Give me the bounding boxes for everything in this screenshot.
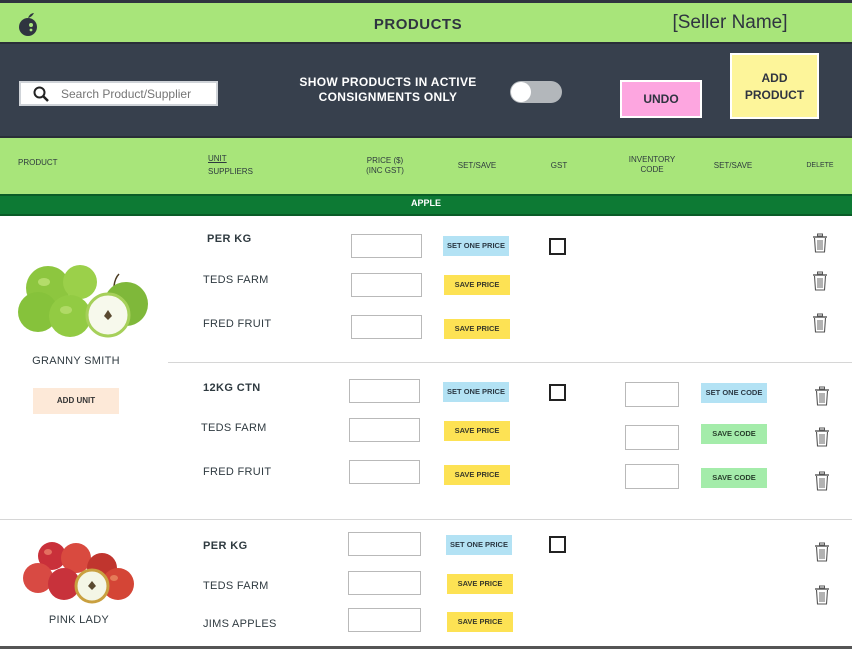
save-code-button[interactable]: SAVE CODE	[701, 424, 767, 444]
inventory-code-input[interactable]	[625, 464, 679, 489]
trash-icon[interactable]	[814, 386, 830, 406]
col-product: PRODUCT	[18, 158, 58, 167]
column-headers: PRODUCT UNIT SUPPLIERS PRICE ($) (INC GS…	[0, 138, 852, 194]
save-price-button[interactable]: SAVE PRICE	[444, 465, 510, 485]
inventory-code-input[interactable]	[625, 425, 679, 450]
trash-icon[interactable]	[812, 271, 828, 291]
unit-label: PER KG	[203, 540, 248, 552]
set-one-price-button[interactable]: SET ONE PRICE	[443, 236, 509, 256]
save-price-button[interactable]: SAVE PRICE	[447, 612, 513, 632]
gst-checkbox[interactable]	[549, 536, 566, 553]
add-product-button[interactable]: ADD PRODUCT	[730, 53, 819, 119]
col-price-line1: PRICE ($)	[366, 156, 404, 165]
trash-icon[interactable]	[812, 313, 828, 333]
save-price-button[interactable]: SAVE PRICE	[444, 319, 510, 339]
undo-label: UNDO	[643, 92, 679, 106]
toggle-knob	[511, 82, 531, 102]
trash-icon[interactable]	[814, 542, 830, 562]
undo-button[interactable]: UNDO	[620, 80, 702, 118]
active-consignments-toggle[interactable]	[510, 81, 562, 103]
page-title: PRODUCTS	[373, 16, 463, 33]
supplier-name: TEDS FARM	[201, 422, 267, 434]
supplier-name: FRED FRUIT	[203, 466, 272, 478]
toolbar: SHOW PRODUCTS IN ACTIVE CONSIGNMENTS ONL…	[0, 42, 852, 138]
trash-icon[interactable]	[814, 585, 830, 605]
search-box[interactable]	[19, 81, 218, 106]
add-unit-label: ADD UNIT	[56, 396, 96, 405]
toggle-label-line2: CONSIGNMENTS ONLY	[318, 90, 458, 104]
col-price: PRICE ($) (INC GST)	[350, 156, 420, 176]
price-input[interactable]	[349, 379, 420, 403]
supplier-name: TEDS FARM	[203, 580, 269, 592]
price-input[interactable]	[349, 460, 420, 484]
toggle-label-line1: SHOW PRODUCTS IN ACTIVE	[299, 75, 477, 89]
set-one-price-button[interactable]: SET ONE PRICE	[446, 535, 512, 555]
add-product-line1: ADD	[761, 71, 788, 85]
product-name-granny-smith: GRANNY SMITH	[32, 355, 120, 367]
search-icon	[33, 86, 49, 102]
col-suppliers: SUPPLIERS	[208, 167, 253, 176]
save-price-button[interactable]: SAVE PRICE	[444, 421, 510, 441]
add-product-line2: PRODUCT	[744, 88, 805, 102]
group-bar: APPLE	[0, 194, 852, 216]
trash-icon[interactable]	[812, 233, 828, 253]
col-set-save: SET/SAVE	[457, 161, 497, 170]
price-input[interactable]	[351, 234, 422, 258]
add-unit-button[interactable]: ADD UNIT	[33, 388, 119, 414]
col-inventory-line2: CODE	[640, 165, 664, 174]
col-inventory: INVENTORY CODE	[614, 155, 690, 175]
unit-divider	[168, 362, 852, 363]
supplier-name: JIMS APPLES	[203, 618, 277, 630]
supplier-name: FRED FRUIT	[203, 318, 272, 330]
save-price-button[interactable]: SAVE PRICE	[447, 574, 513, 594]
save-code-button[interactable]: SAVE CODE	[701, 468, 767, 488]
apple-logo-icon	[19, 13, 37, 36]
product-name-pink-lady: PINK LADY	[48, 614, 110, 626]
gst-checkbox[interactable]	[549, 384, 566, 401]
unit-label: 12KG CTN	[203, 382, 261, 394]
supplier-name: TEDS FARM	[203, 274, 269, 286]
price-input[interactable]	[348, 532, 421, 556]
group-name: APPLE	[410, 198, 441, 208]
product-divider	[0, 519, 852, 520]
active-consignments-label: SHOW PRODUCTS IN ACTIVE CONSIGNMENTS ONL…	[282, 75, 494, 105]
col-price-line2: (INC GST)	[366, 166, 404, 175]
pink-lady-image	[23, 542, 134, 604]
col-unit[interactable]: UNIT	[208, 154, 227, 164]
price-input[interactable]	[349, 418, 420, 442]
col-set-save-code: SET/SAVE	[713, 161, 753, 170]
set-one-code-button[interactable]: SET ONE CODE	[701, 383, 767, 403]
col-gst: GST	[550, 161, 568, 170]
search-input[interactable]	[61, 86, 211, 102]
price-input[interactable]	[351, 315, 422, 339]
price-input[interactable]	[351, 273, 422, 297]
unit-label: PER KG	[207, 233, 252, 245]
set-one-price-button[interactable]: SET ONE PRICE	[443, 382, 509, 402]
granny-smith-image	[18, 265, 148, 338]
gst-checkbox[interactable]	[549, 238, 566, 255]
seller-name: [Seller Name]	[672, 12, 788, 33]
trash-icon[interactable]	[814, 471, 830, 491]
inventory-code-input[interactable]	[625, 382, 679, 407]
save-price-button[interactable]: SAVE PRICE	[444, 275, 510, 295]
price-input[interactable]	[348, 571, 421, 595]
price-input[interactable]	[348, 608, 421, 632]
top-bar: PRODUCTS [Seller Name]	[0, 0, 852, 42]
col-delete: DELETE	[806, 162, 834, 169]
col-inventory-line1: INVENTORY	[628, 155, 676, 164]
trash-icon[interactable]	[814, 427, 830, 447]
